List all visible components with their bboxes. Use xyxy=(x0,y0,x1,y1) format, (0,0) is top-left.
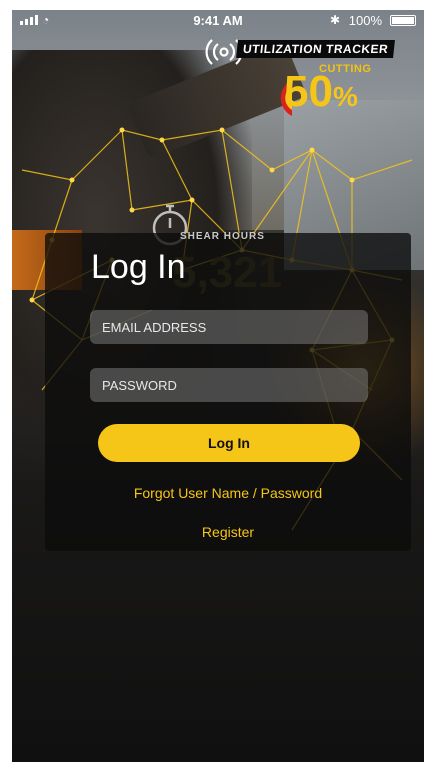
app-screen: ◔ 9:41 AM ✱ 100% UTILIZATION TRACKER CUT… xyxy=(12,10,424,762)
shear-hours-value: 5,321 xyxy=(172,248,283,297)
battery-percent: 100% xyxy=(348,13,382,28)
status-bar: ◔ 9:41 AM ✱ 100% xyxy=(12,10,424,32)
login-button[interactable]: Log In xyxy=(98,424,360,462)
battery-icon xyxy=(390,15,416,26)
shear-hours-label: SHEAR HOURS xyxy=(180,231,265,242)
register-link[interactable]: Register xyxy=(45,524,411,540)
cutting-percentage: 50% xyxy=(284,70,358,114)
forgot-credentials-link[interactable]: Forgot User Name / Password xyxy=(45,485,411,501)
email-field[interactable] xyxy=(90,310,368,344)
login-title: Log In xyxy=(91,248,186,286)
cutting-unit: % xyxy=(332,81,358,112)
cutting-value: 50 xyxy=(284,67,333,116)
utilization-tracker-title: UTILIZATION TRACKER xyxy=(236,40,396,58)
password-field[interactable] xyxy=(90,368,368,402)
bluetooth-icon: ✱ xyxy=(329,13,340,27)
